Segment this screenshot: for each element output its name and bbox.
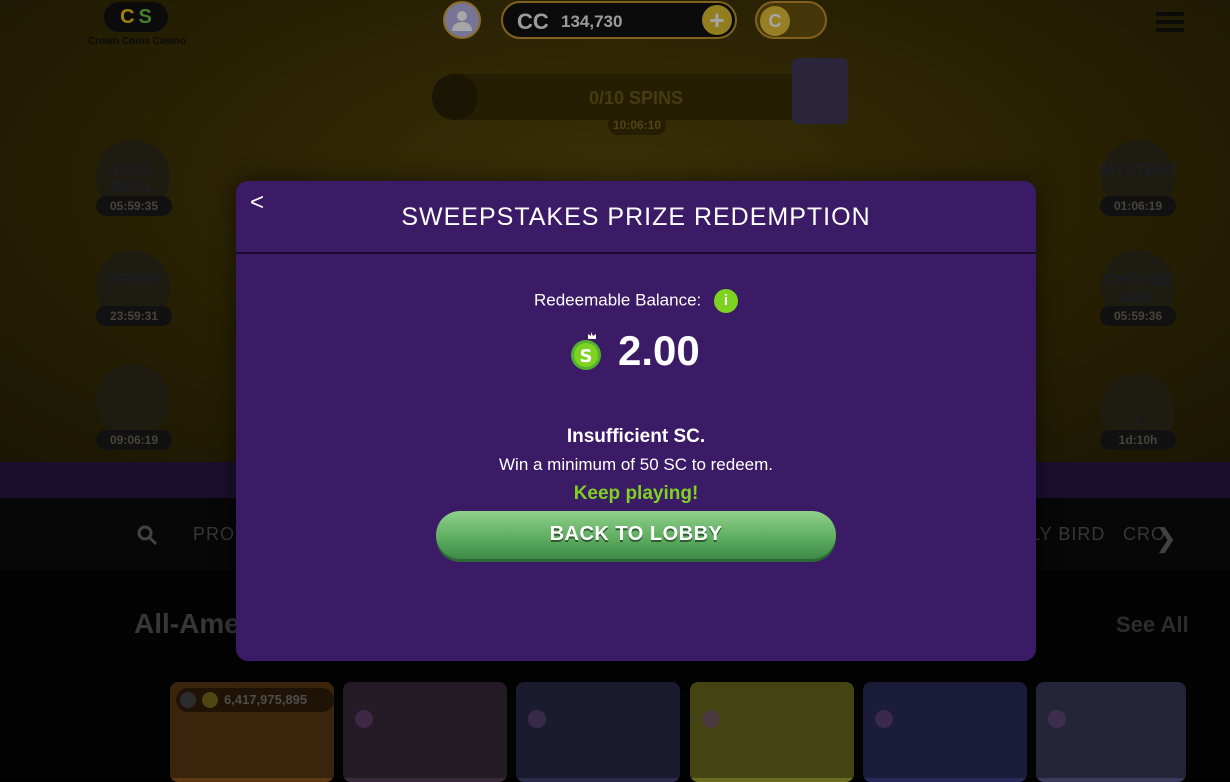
insufficient-message: Insufficient SC.: [566, 426, 706, 447]
back-to-lobby-label: BACK TO LOBBY: [549, 523, 723, 545]
redeemable-balance-label: Redeemable Balance:: [533, 290, 702, 310]
sweeps-coin-icon: S: [571, 332, 601, 370]
redeemable-balance-value: 2.00: [618, 327, 700, 374]
minimum-message: Win a minimum of 50 SC to redeem.: [499, 455, 773, 474]
sweeps-coin-letter: S: [580, 346, 593, 367]
keep-playing-message: Keep playing!: [573, 483, 699, 504]
modal-title: SWEEPSTAKES PRIZE REDEMPTION: [401, 203, 871, 231]
modal-header: < SWEEPSTAKES PRIZE REDEMPTION: [236, 181, 1036, 254]
redemption-modal: < SWEEPSTAKES PRIZE REDEMPTION Redeemabl…: [236, 181, 1036, 661]
info-icon[interactable]: i: [714, 289, 738, 313]
back-to-lobby-button[interactable]: BACK TO LOBBY: [436, 511, 836, 559]
redeemable-balance-row: Redeemable Balance: i: [236, 289, 1036, 313]
